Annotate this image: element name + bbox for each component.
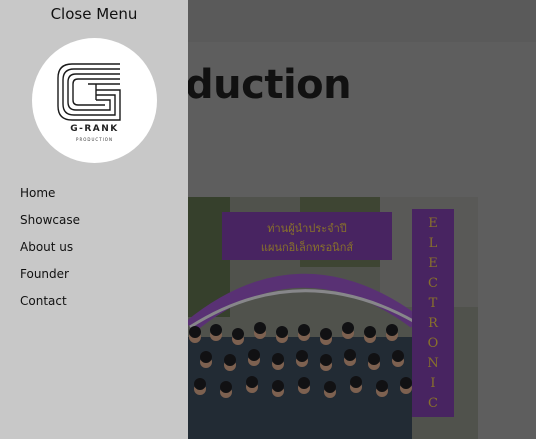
group-photo: ท่านผู้นำประจำปี แผนกอิเล็กทรอนิกส์ E L … — [150, 197, 478, 439]
nav-item-about-us[interactable]: About us — [20, 240, 80, 267]
close-menu-button[interactable]: Close Menu — [0, 5, 188, 23]
g-rank-logo-icon — [57, 63, 121, 121]
nav-item-contact[interactable]: Contact — [20, 294, 80, 321]
logo-text: G-RANK — [70, 124, 119, 134]
logo-subtext: PRODUCTION — [76, 137, 113, 142]
nav-item-founder[interactable]: Founder — [20, 267, 80, 294]
brand-logo[interactable]: G-RANK PRODUCTION — [32, 38, 157, 163]
nav-item-home[interactable]: Home — [20, 186, 80, 213]
nav-item-showcase[interactable]: Showcase — [20, 213, 80, 240]
side-menu: Close Menu G-RANK PRODUCTION Home Showca… — [0, 0, 188, 439]
main-nav: Home Showcase About us Founder Contact — [20, 186, 80, 321]
